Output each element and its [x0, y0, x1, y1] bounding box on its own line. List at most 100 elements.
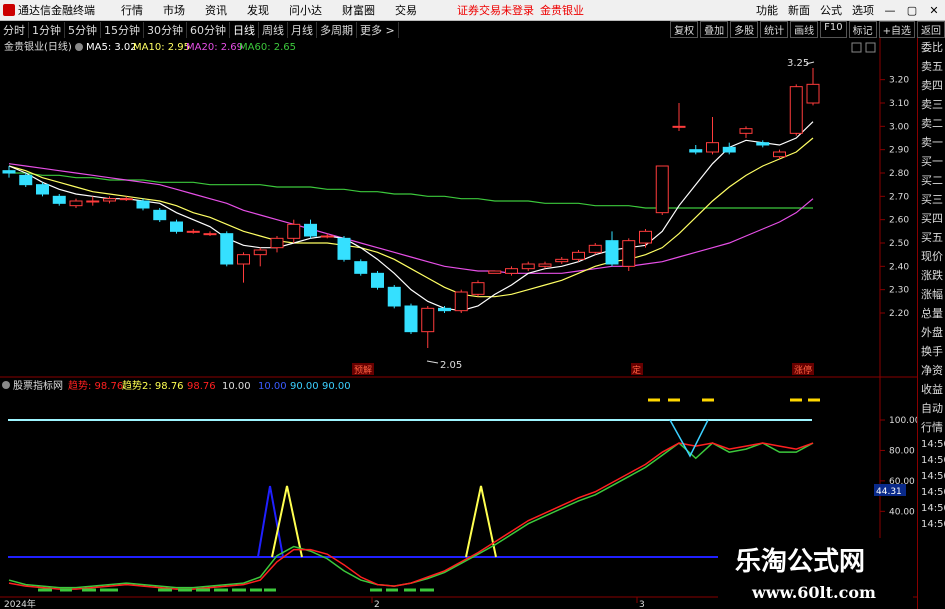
- ma20-line: [8, 163, 814, 274]
- trend2-line: [8, 442, 814, 589]
- tool-draw[interactable]: 画线: [790, 21, 819, 38]
- candle-body: [672, 125, 686, 128]
- candle-body: [36, 184, 49, 195]
- side-item[interactable]: 涨跌: [918, 266, 945, 285]
- indicator-readout: 44.31: [876, 487, 902, 497]
- period-tab[interactable]: 多周期: [317, 21, 357, 38]
- side-item-commission[interactable]: 委比: [918, 38, 945, 57]
- period-tab[interactable]: 分时: [0, 21, 29, 38]
- tool-back[interactable]: 返回: [917, 21, 945, 38]
- side-item-auto[interactable]: 自动: [918, 399, 945, 418]
- side-time: 14:50: [921, 455, 945, 466]
- menu-market-quotes[interactable]: 行情: [121, 2, 143, 18]
- period-tab[interactable]: 60分钟: [187, 21, 230, 38]
- menu-discover[interactable]: 发现: [247, 2, 269, 18]
- indicator-label: 80.00: [889, 446, 915, 456]
- event-tag[interactable]: 定: [632, 364, 641, 376]
- watermark-title: 乐淘公式网: [735, 547, 865, 577]
- menu-market[interactable]: 市场: [163, 2, 185, 18]
- tool-stats[interactable]: 统计: [760, 21, 789, 38]
- side-item[interactable]: 卖一: [918, 133, 945, 152]
- menu-wealth[interactable]: 财富圈: [342, 2, 375, 18]
- indicator-value: 90.00: [290, 381, 319, 392]
- candle-body: [438, 307, 451, 312]
- side-item[interactable]: 现价: [918, 247, 945, 266]
- tool-adjust[interactable]: 复权: [670, 21, 699, 38]
- side-item[interactable]: 卖五: [918, 57, 945, 76]
- candle-body: [471, 282, 485, 295]
- indicator-settings-icon[interactable]: [2, 381, 10, 389]
- tool-add-watchlist[interactable]: +自选: [878, 21, 915, 38]
- settings-icon[interactable]: [75, 43, 83, 51]
- time-label: 3: [639, 600, 645, 609]
- period-tab[interactable]: 周线: [259, 21, 288, 38]
- side-item[interactable]: 总量: [918, 304, 945, 323]
- minimize-icon[interactable]: —: [879, 2, 901, 18]
- candle-body: [86, 200, 100, 203]
- expand-icon[interactable]: [851, 42, 862, 53]
- period-tab[interactable]: 1分钟: [29, 21, 65, 38]
- main-chart-header: 金贵银业(日线) MA5: 3.02 MA10: 2.95 MA20: 2.69…: [4, 40, 296, 53]
- candle-body: [237, 254, 250, 265]
- tool-f10[interactable]: F10: [820, 21, 847, 38]
- side-item[interactable]: 换手: [918, 342, 945, 361]
- side-item[interactable]: 买一: [918, 152, 945, 171]
- collapse-icon[interactable]: [865, 42, 876, 53]
- menu-ask[interactable]: 问小达: [289, 2, 322, 18]
- period-tab-daily[interactable]: 日线: [230, 21, 259, 38]
- tool-overlay[interactable]: 叠加: [700, 21, 729, 38]
- event-tag[interactable]: 预解: [354, 364, 372, 376]
- price-label: 2.80: [889, 169, 909, 179]
- period-tab[interactable]: 月线: [288, 21, 317, 38]
- side-item[interactable]: 涨幅: [918, 285, 945, 304]
- menu-function[interactable]: 功能: [756, 2, 778, 18]
- close-icon[interactable]: ✕: [923, 2, 945, 18]
- side-item[interactable]: 外盘: [918, 323, 945, 342]
- candle-body: [639, 230, 652, 244]
- side-item[interactable]: 收益: [918, 380, 945, 399]
- period-tab[interactable]: 15分钟: [101, 21, 144, 38]
- candle-body: [387, 286, 401, 307]
- side-item-quotes[interactable]: 行情: [918, 418, 945, 437]
- price-label: 2.60: [889, 216, 909, 226]
- indicator-value: 90.00: [322, 381, 351, 392]
- candle-body: [789, 86, 803, 134]
- side-item[interactable]: 买二: [918, 171, 945, 190]
- maximize-icon[interactable]: ▢: [901, 2, 923, 18]
- candle-body: [103, 198, 116, 202]
- side-item[interactable]: 卖二: [918, 114, 945, 133]
- period-tab[interactable]: 30分钟: [144, 21, 187, 38]
- trend-line: [8, 442, 814, 590]
- indicator-label: 40.00: [889, 507, 915, 517]
- side-item[interactable]: 买五: [918, 228, 945, 247]
- side-item[interactable]: 净资: [918, 361, 945, 380]
- menu-options[interactable]: 选项: [852, 2, 874, 18]
- period-tab[interactable]: 5分钟: [65, 21, 101, 38]
- period-more[interactable]: 更多 >: [357, 21, 399, 38]
- tool-multi-stock[interactable]: 多股: [730, 21, 759, 38]
- login-alert[interactable]: 证券交易未登录: [457, 2, 534, 18]
- side-item[interactable]: 买三: [918, 190, 945, 209]
- candle-body: [588, 244, 602, 253]
- candle-body: [756, 142, 770, 146]
- ma60-readout: MA60: 2.65: [239, 42, 296, 53]
- chart-toggle-icons[interactable]: [851, 42, 876, 53]
- side-item[interactable]: 卖四: [918, 76, 945, 95]
- candle-body: [371, 272, 384, 288]
- menu-trade[interactable]: 交易: [395, 2, 417, 18]
- price-label: 2.70: [889, 192, 909, 202]
- indicator-label: 100.00: [889, 416, 917, 426]
- candle-body: [521, 263, 535, 270]
- tool-mark[interactable]: 标记: [848, 21, 877, 38]
- side-item[interactable]: 买四: [918, 209, 945, 228]
- menu-formula[interactable]: 公式: [820, 2, 842, 18]
- candle-body: [337, 237, 351, 260]
- chart-area[interactable]: 金贵银业(日线) MA5: 3.02 MA10: 2.95 MA20: 2.69…: [0, 38, 917, 609]
- candle-body: [505, 268, 518, 274]
- candle-body: [454, 291, 468, 312]
- menu-new-page[interactable]: 新面: [788, 2, 810, 18]
- side-item[interactable]: 卖三: [918, 95, 945, 114]
- candle-body: [153, 209, 167, 221]
- event-tag[interactable]: 涨停: [794, 364, 812, 376]
- menu-news[interactable]: 资讯: [205, 2, 227, 18]
